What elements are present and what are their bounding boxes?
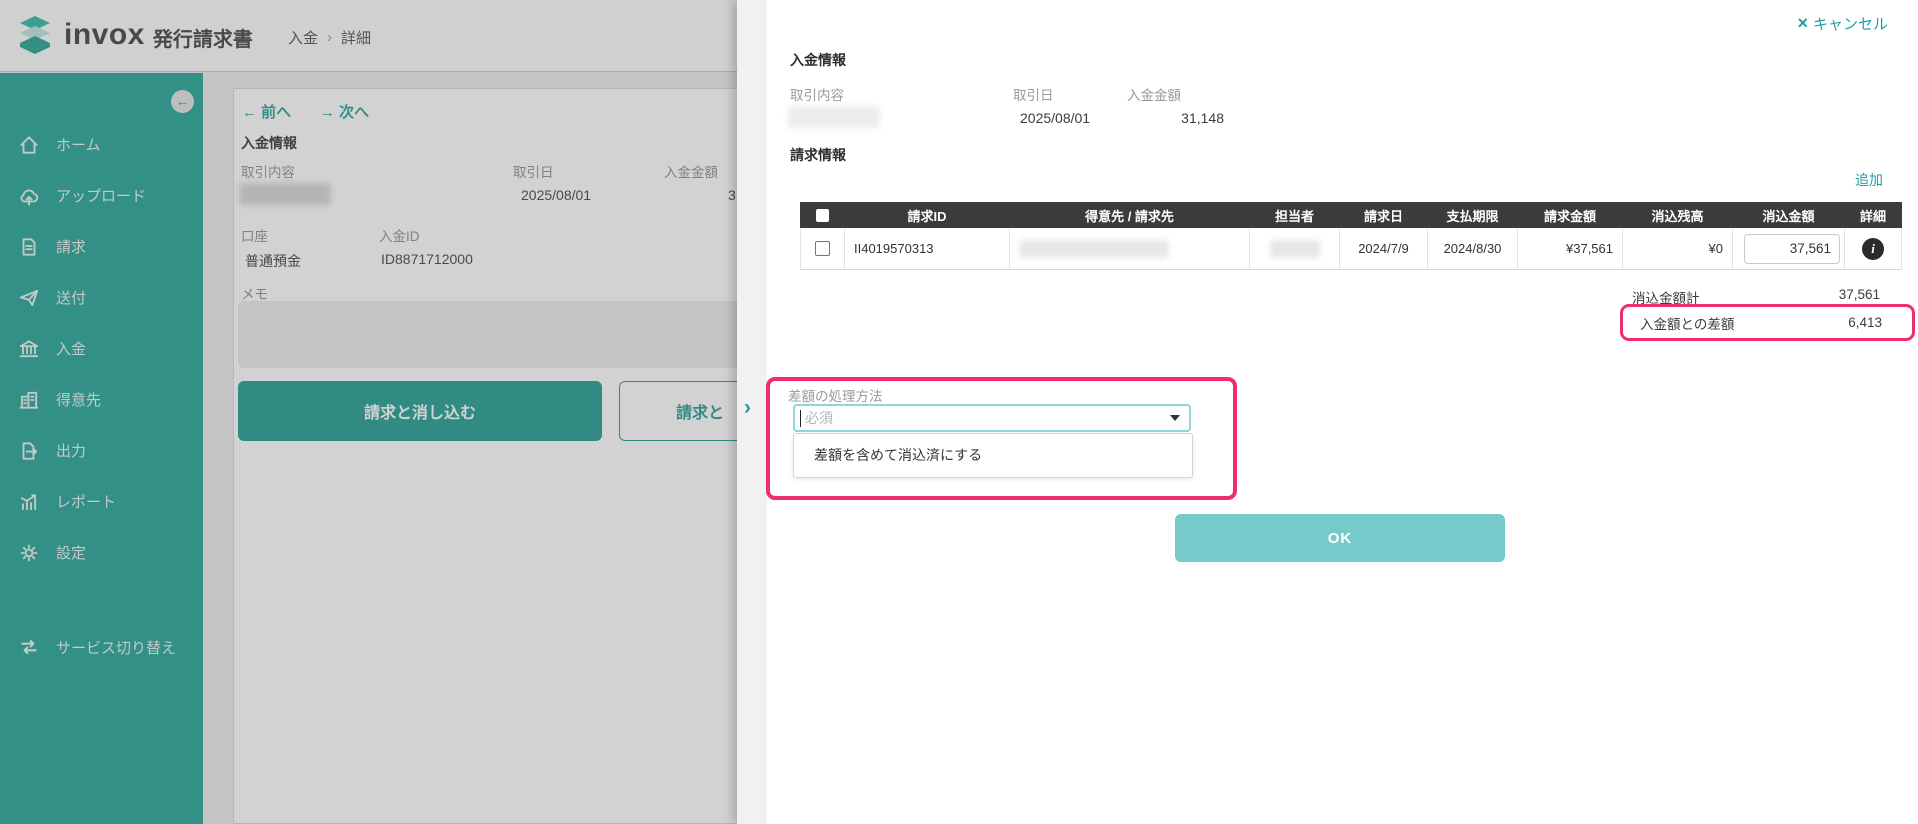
dropdown-option-include-diff[interactable]: 差額を含めて消込済にする	[794, 434, 1192, 477]
col-amount: 請求金額	[1518, 202, 1623, 228]
ok-button[interactable]: OK	[1175, 514, 1505, 562]
invoice-table-row: II4019570313 2024/7/9 2024/8/30 ¥37,561 …	[800, 228, 1902, 270]
diff-method-dropdown: 差額を含めて消込済にする	[793, 433, 1193, 478]
drawer-date-value: 2025/08/01	[1020, 110, 1090, 126]
diff-method-combobox[interactable]	[793, 404, 1191, 432]
invoice-table: 請求ID 得意先 / 請求先 担当者 請求日 支払期限 請求金額 消込残高 消込…	[800, 202, 1902, 270]
invoice-table-header: 請求ID 得意先 / 請求先 担当者 請求日 支払期限 請求金額 消込残高 消込…	[800, 202, 1902, 228]
cell-customer-redacted	[1019, 240, 1169, 258]
invoice-section-title: 請求情報	[790, 145, 846, 165]
cell-remaining: ¥0	[1623, 228, 1733, 269]
col-customer: 得意先 / 請求先	[1010, 202, 1250, 228]
drawer-payment-title: 入金情報	[790, 50, 846, 70]
apply-payment-drawer: › × キャンセル 入金情報 取引内容 取引日 2025/08/01 入金金額 …	[737, 0, 1918, 824]
cancel-link[interactable]: × キャンセル	[1797, 13, 1888, 34]
row-checkbox[interactable]	[815, 241, 830, 256]
drawer-expand-chevron-icon[interactable]: ›	[744, 396, 751, 420]
drawer-amount-value: 31,148	[1137, 110, 1224, 126]
cell-due-date: 2024/8/30	[1428, 228, 1518, 269]
col-invoice-date: 請求日	[1340, 202, 1428, 228]
diff-method-label: 差額の処理方法	[788, 385, 883, 405]
chevron-down-icon[interactable]	[1170, 415, 1180, 421]
col-person: 担当者	[1250, 202, 1340, 228]
close-icon: ×	[1797, 16, 1808, 31]
detail-info-icon[interactable]: i	[1862, 238, 1884, 260]
drawer-amount-label: 入金金額	[1127, 84, 1181, 104]
drawer-edge-gutter	[737, 0, 767, 824]
modal-dim-overlay	[0, 0, 737, 824]
col-detail: 詳細	[1845, 202, 1902, 228]
drawer-transaction-label: 取引内容	[790, 84, 844, 104]
select-all-checkbox[interactable]	[816, 209, 829, 222]
cell-person-redacted	[1270, 240, 1320, 258]
cancel-label: キャンセル	[1813, 13, 1888, 34]
diff-highlight-box: 入金額との差額 6,413	[1620, 304, 1915, 341]
diff-value: 6,413	[1848, 315, 1882, 330]
col-due-date: 支払期限	[1428, 202, 1518, 228]
col-remaining: 消込残高	[1623, 202, 1733, 228]
diff-label: 入金額との差額	[1640, 313, 1734, 333]
app-root: invox 発行請求書 入金 › 詳細 ← ホーム アップロード 請求	[0, 0, 1918, 824]
col-invoice-id: 請求ID	[845, 202, 1010, 228]
add-invoice-link[interactable]: 追加	[1855, 170, 1883, 190]
cell-invoice-date: 2024/7/9	[1340, 228, 1428, 269]
diff-method-input[interactable]	[801, 410, 1170, 426]
drawer-date-label: 取引日	[1013, 84, 1054, 104]
applied-total-value: 37,561	[1777, 287, 1880, 302]
cell-amount: ¥37,561	[1518, 228, 1623, 269]
applied-amount-input[interactable]	[1744, 234, 1840, 264]
col-applied-amount: 消込金額	[1733, 202, 1845, 228]
drawer-transaction-value-redacted	[788, 106, 880, 128]
cell-invoice-id: II4019570313	[845, 228, 1010, 269]
